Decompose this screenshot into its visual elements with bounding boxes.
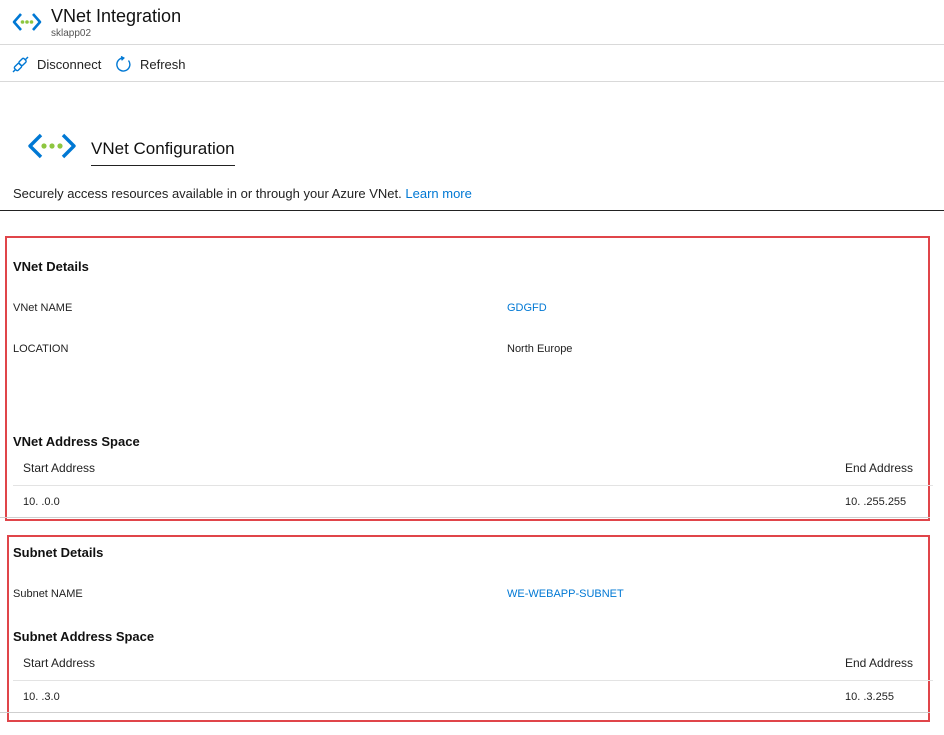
vnet-name-link[interactable]: GDGFD	[507, 302, 547, 314]
location-value: North Europe	[507, 343, 573, 355]
location-label: LOCATION	[13, 343, 69, 355]
table-divider	[13, 680, 933, 681]
page-title: VNet Integration	[51, 6, 182, 26]
command-bar: Disconnect Refresh	[0, 45, 944, 82]
vnet-start-address-value: 10. .0.0	[23, 496, 60, 508]
page-subtitle: sklapp02	[51, 28, 92, 39]
subnet-end-address-value: 10. .3.255	[845, 691, 894, 703]
disconnect-icon	[12, 56, 29, 72]
refresh-label: Refresh	[140, 56, 186, 72]
vnet-end-address-value: 10. .255.255	[845, 496, 907, 508]
vnet-name-label: VNet NAME	[13, 302, 73, 314]
subnet-start-address-header: Start Address	[23, 656, 96, 670]
vnet-description: Securely access resources available in o…	[13, 186, 472, 201]
subnet-address-space-title: Subnet Address Space	[13, 629, 155, 644]
vnet-configuration-title: VNet Configuration	[91, 139, 235, 166]
subnet-name-link[interactable]: WE-WEBAPP-SUBNET	[507, 588, 624, 600]
vnet-start-address-header: Start Address	[23, 461, 96, 475]
subnet-end-address-header: End Address	[845, 656, 914, 670]
table-divider	[13, 485, 933, 486]
blade-header: VNet Integration sklapp02	[0, 0, 944, 45]
panel-divider	[0, 712, 930, 713]
vnet-icon	[12, 13, 42, 31]
vnet-configuration-icon	[28, 133, 76, 159]
subnet-name-label: Subnet NAME	[13, 588, 83, 600]
description-text: Securely access resources available in o…	[13, 186, 402, 201]
panel-divider	[0, 517, 930, 518]
refresh-button[interactable]: Refresh	[115, 53, 186, 75]
refresh-icon	[116, 55, 131, 72]
subnet-details-title: Subnet Details	[13, 545, 104, 560]
vnet-details-title: VNet Details	[13, 259, 89, 274]
vnet-end-address-header: End Address	[845, 461, 914, 475]
vnet-highlight-box	[5, 236, 930, 521]
learn-more-link[interactable]: Learn more	[405, 186, 471, 201]
vnet-address-space-title: VNet Address Space	[13, 434, 140, 449]
disconnect-button[interactable]: Disconnect	[12, 53, 101, 75]
disconnect-label: Disconnect	[37, 56, 102, 72]
divider	[0, 210, 944, 211]
subnet-start-address-value: 10. .3.0	[23, 691, 60, 703]
